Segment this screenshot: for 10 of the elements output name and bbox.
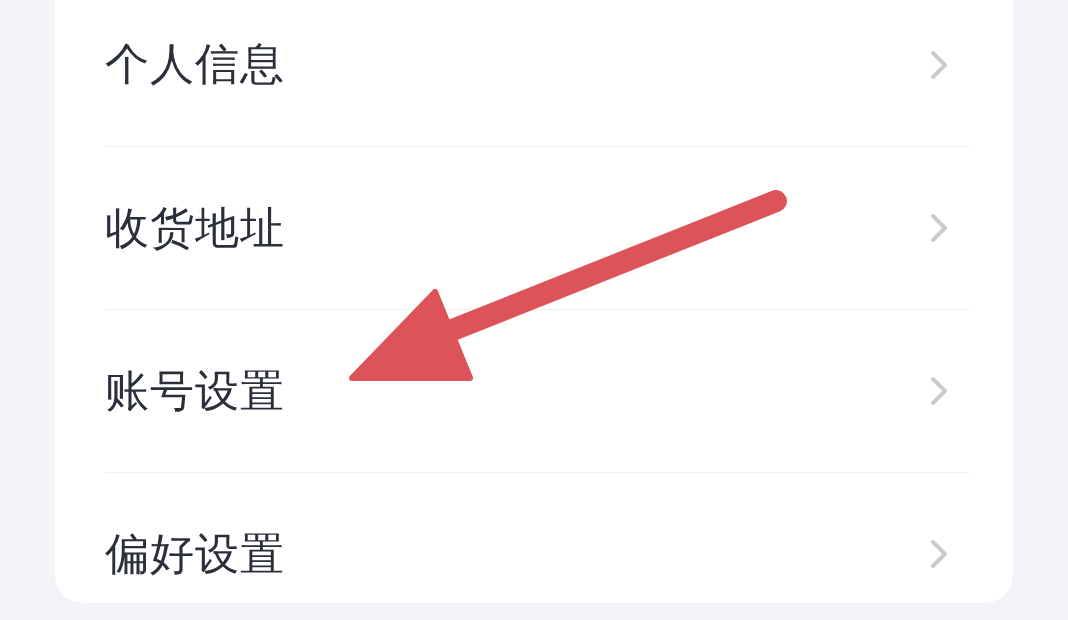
menu-item-label: 账号设置: [105, 363, 285, 418]
menu-item-label: 个人信息: [105, 37, 285, 91]
menu-item-label: 收货地址: [105, 200, 285, 255]
chevron-right-icon: [929, 48, 949, 81]
chevron-right-icon: [929, 375, 949, 407]
menu-item[interactable]: 偏好设置: [105, 472, 969, 620]
chevron-right-icon: [929, 538, 949, 570]
menu-item[interactable]: 个人信息: [105, 0, 969, 146]
chevron-right-icon: [929, 212, 949, 244]
menu-item-label: 偏好设置: [105, 526, 285, 581]
